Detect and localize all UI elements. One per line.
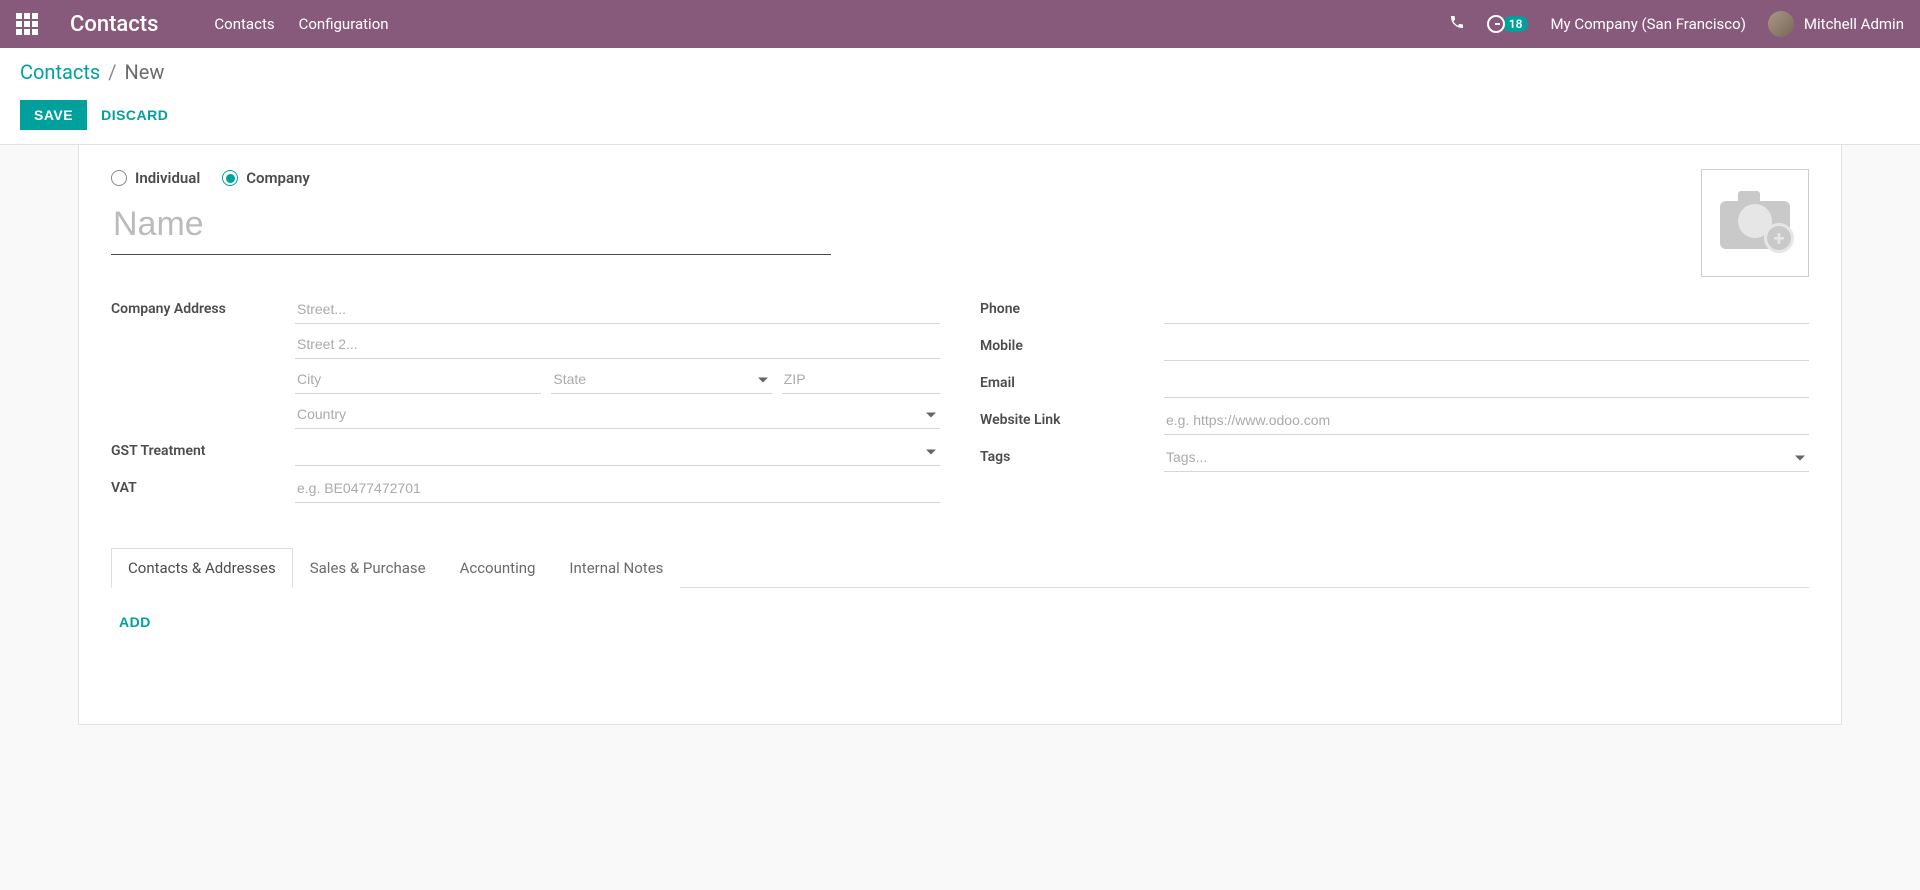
radio-label: Individual (135, 169, 200, 187)
tags-input[interactable] (1164, 443, 1809, 472)
clock-icon (1487, 15, 1505, 33)
company-selector[interactable]: My Company (San Francisco) (1550, 15, 1745, 33)
label-tags: Tags (980, 443, 1164, 465)
vat-input[interactable] (295, 474, 940, 503)
topbar: Contacts Contacts Configuration 18 My Co… (0, 0, 1920, 48)
website-input[interactable] (1164, 406, 1809, 435)
breadcrumb: Contacts / New (20, 60, 1900, 84)
label-phone: Phone (980, 295, 1164, 317)
breadcrumb-contacts[interactable]: Contacts (20, 60, 100, 84)
save-button[interactable]: SAVE (20, 100, 87, 130)
label-email: Email (980, 369, 1164, 391)
tab-content: ADD (111, 588, 1809, 655)
radio-label: Company (246, 169, 310, 187)
street2-input[interactable] (295, 330, 940, 359)
apps-icon[interactable] (16, 13, 38, 35)
user-menu[interactable]: Mitchell Admin (1768, 11, 1904, 37)
radio-icon (222, 170, 238, 186)
radio-company[interactable]: Company (222, 169, 310, 187)
control-bar: Contacts / New SAVE DISCARD (0, 48, 1920, 145)
discard-button[interactable]: DISCARD (101, 107, 168, 123)
label-gst-treatment: GST Treatment (111, 437, 295, 459)
radio-individual[interactable]: Individual (111, 169, 200, 187)
app-brand: Contacts (70, 12, 158, 37)
breadcrumb-separator: / (108, 60, 116, 84)
name-input[interactable] (111, 199, 831, 255)
tab-sales-purchase[interactable]: Sales & Purchase (293, 548, 443, 588)
zip-input[interactable] (782, 365, 940, 394)
label-website: Website Link (980, 406, 1164, 428)
user-name: Mitchell Admin (1804, 15, 1904, 33)
notifications[interactable]: 18 (1487, 15, 1529, 33)
label-company-address: Company Address (111, 295, 295, 317)
page-scroll[interactable]: Individual Company + (0, 145, 1920, 875)
menu-contacts[interactable]: Contacts (214, 15, 274, 33)
breadcrumb-current: New (125, 60, 165, 84)
tabs: Contacts & Addresses Sales & Purchase Ac… (111, 547, 1809, 588)
form-sheet: Individual Company + (78, 145, 1842, 725)
country-input[interactable] (295, 400, 940, 429)
phone-input[interactable] (1164, 295, 1809, 324)
tab-accounting[interactable]: Accounting (443, 548, 553, 588)
camera-icon: + (1720, 197, 1790, 249)
mobile-input[interactable] (1164, 332, 1809, 361)
tab-internal-notes[interactable]: Internal Notes (552, 548, 680, 588)
label-mobile: Mobile (980, 332, 1164, 354)
radio-icon (111, 170, 127, 186)
avatar (1768, 11, 1794, 37)
menu-configuration[interactable]: Configuration (299, 15, 389, 33)
email-input[interactable] (1164, 369, 1809, 398)
phone-icon[interactable] (1449, 14, 1465, 34)
street-input[interactable] (295, 295, 940, 324)
state-input[interactable] (551, 365, 771, 394)
label-vat: VAT (111, 474, 295, 496)
gst-treatment-input[interactable] (295, 437, 940, 466)
tab-contacts-addresses[interactable]: Contacts & Addresses (111, 548, 293, 588)
image-upload[interactable]: + (1701, 169, 1809, 277)
notification-badge: 18 (1503, 16, 1529, 32)
city-input[interactable] (295, 365, 541, 394)
add-button[interactable]: ADD (119, 614, 151, 630)
